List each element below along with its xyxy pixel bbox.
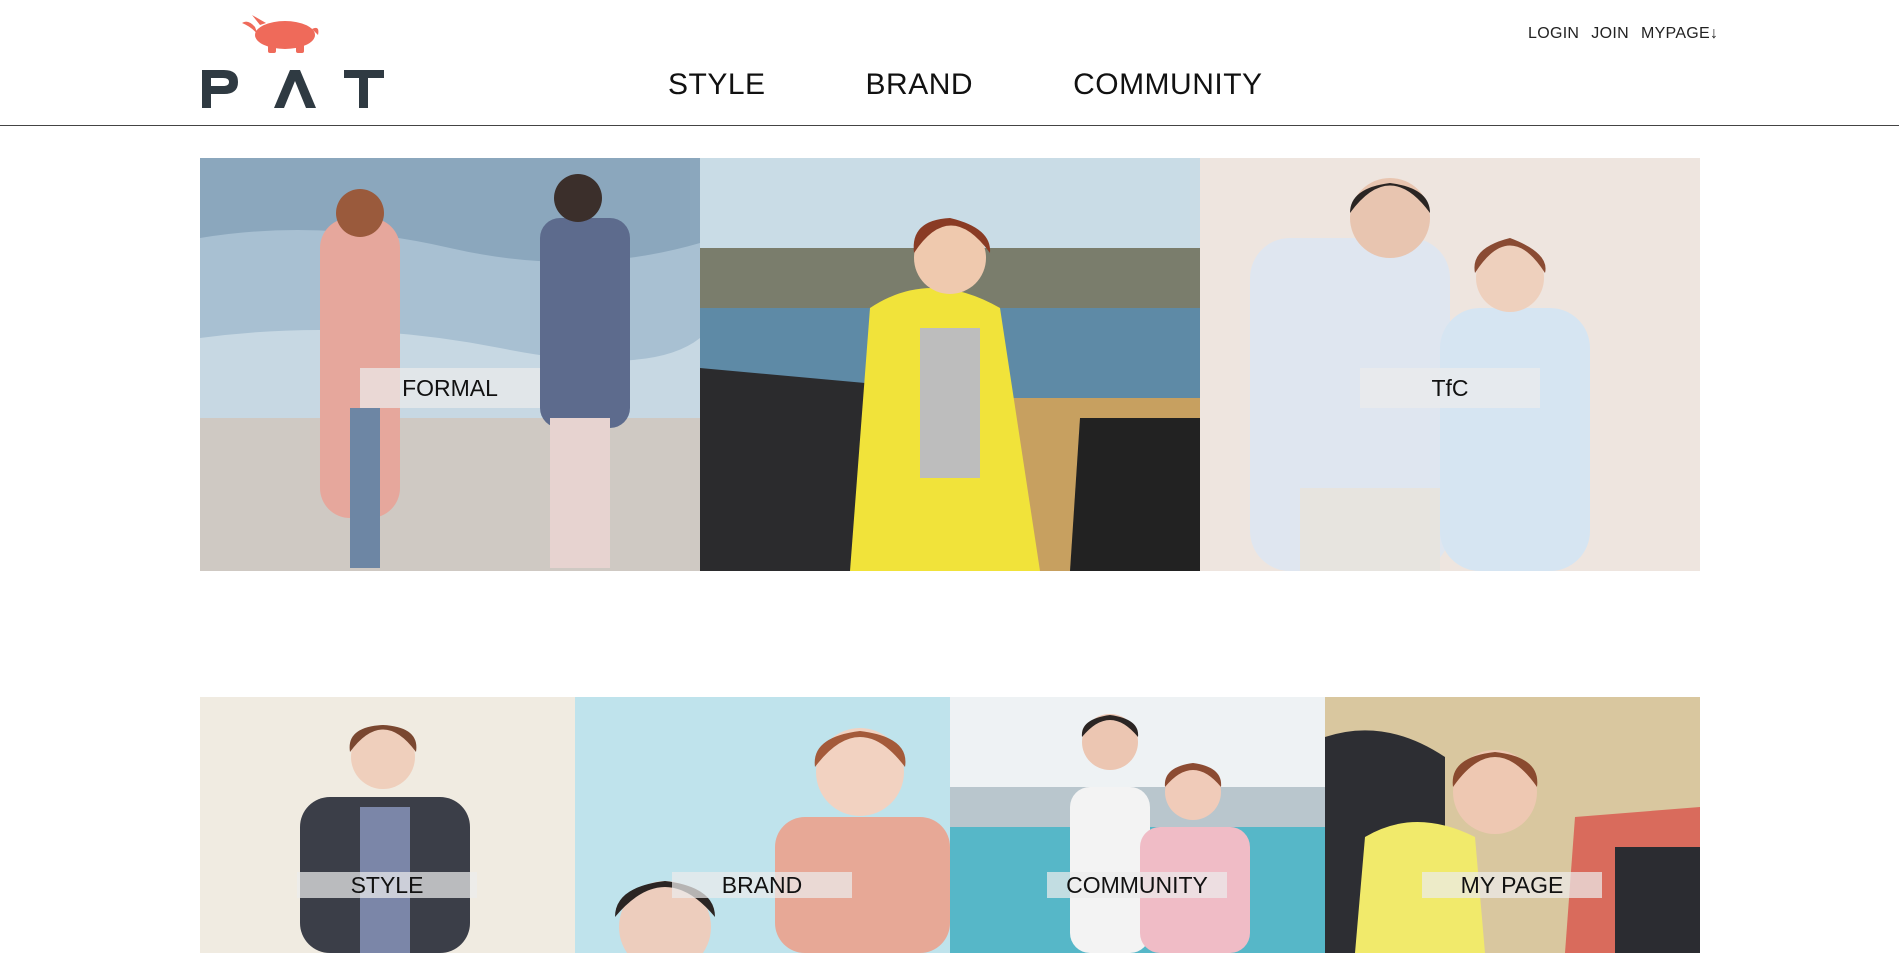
photo-woman-dark-jacket-icon <box>200 697 575 953</box>
hero-panel-tfc[interactable]: TfC <box>1200 158 1700 571</box>
tile-mypage[interactable]: MY PAGE <box>1325 697 1700 953</box>
nav-community[interactable]: COMMUNITY <box>1073 68 1262 102</box>
tile-style[interactable]: STYLE <box>200 697 575 953</box>
nav-brand[interactable]: BRAND <box>866 68 974 102</box>
mypage-link[interactable]: MYPAGE↓ <box>1641 25 1718 43</box>
tile-brand[interactable]: BRAND <box>575 697 950 953</box>
photo-couple-marina-icon <box>950 697 1325 953</box>
nav-style[interactable]: STYLE <box>668 68 766 102</box>
menu-tiles: STYLE BRAND COMMUNITY MY PAGE <box>200 697 1700 953</box>
hero-gallery: FORMAL TfC <box>200 158 1700 571</box>
main-nav: STYLE BRAND COMMUNITY <box>668 68 1263 102</box>
join-link[interactable]: JOIN <box>1591 25 1629 43</box>
utility-nav: LOGIN JOIN MYPAGE↓ <box>1528 25 1718 43</box>
photo-woman-car-icon <box>1325 697 1700 953</box>
tile-caption-style: STYLE <box>297 872 477 898</box>
tile-caption-brand: BRAND <box>672 872 852 898</box>
photo-couple-white-shirts-icon <box>1200 158 1700 571</box>
tile-community[interactable]: COMMUNITY <box>950 697 1325 953</box>
tile-caption-mypage: MY PAGE <box>1422 872 1602 898</box>
hero-caption-formal: FORMAL <box>360 368 540 408</box>
tile-caption-community: COMMUNITY <box>1047 872 1227 898</box>
rhino-logo-icon <box>202 15 384 108</box>
hero-caption-tfc: TfC <box>1360 368 1540 408</box>
brand-logo[interactable] <box>200 15 384 110</box>
photo-couple-pink-jacket-icon <box>575 697 950 953</box>
login-link[interactable]: LOGIN <box>1528 25 1579 43</box>
site-header: STYLE BRAND COMMUNITY LOGIN JOIN MYPAGE↓ <box>0 0 1899 126</box>
hero-panel-yellow-jacket[interactable] <box>700 158 1200 571</box>
photo-couple-seaside-icon <box>200 158 700 571</box>
hero-panel-formal[interactable]: FORMAL <box>200 158 700 571</box>
photo-woman-yellow-jacket-car-icon <box>700 158 1200 571</box>
